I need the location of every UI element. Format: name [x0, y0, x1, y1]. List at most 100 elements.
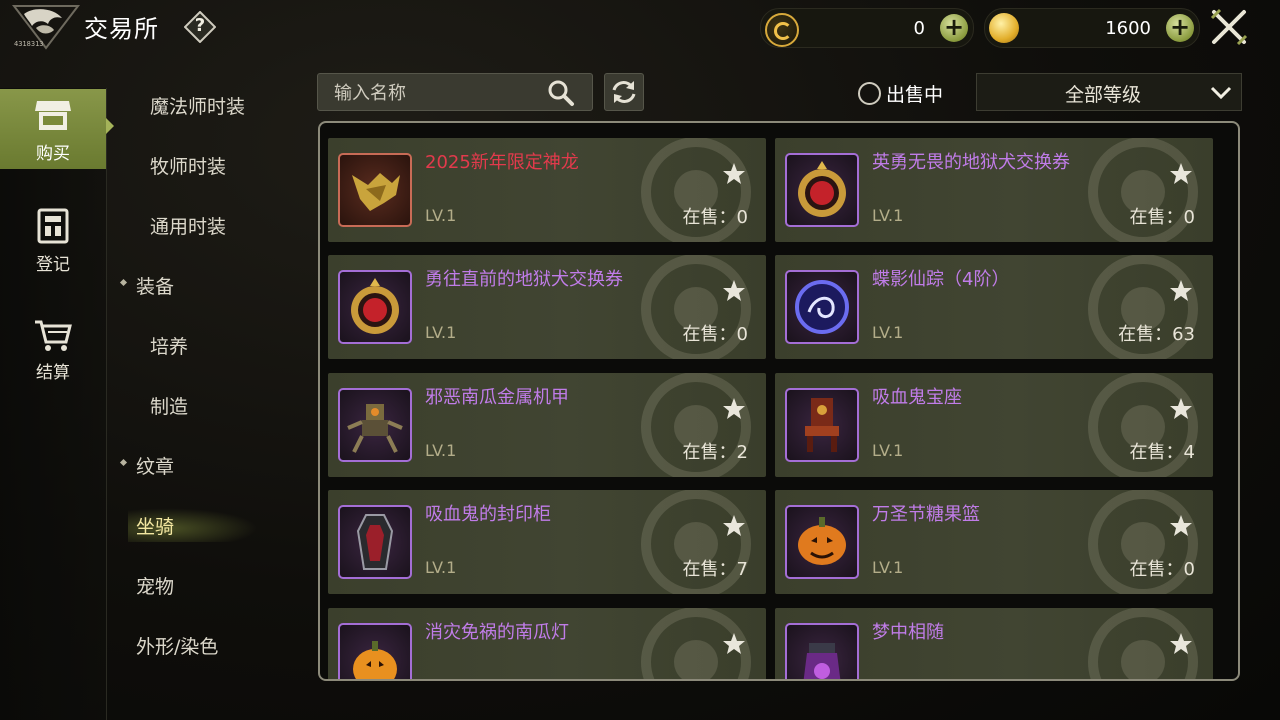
item-card[interactable]: 邪恶南瓜金属机甲 LV.1 在售：2	[328, 373, 766, 477]
crossed-swords-close-icon	[1210, 8, 1248, 46]
page-title: 交易所	[84, 15, 159, 43]
vampire-coffin-icon	[338, 505, 412, 579]
currency-gold: 1600 +	[984, 8, 1200, 48]
gold-coin-icon	[989, 13, 1019, 43]
item-card[interactable]: 英勇无畏的地狱犬交换券 LV.1 在售：0	[775, 138, 1213, 242]
favorite-star-icon[interactable]	[722, 162, 746, 186]
top-bar: 4318313 交易所 ? 0 + 1600 +	[0, 0, 1280, 56]
currency-c-coin-value: 0	[913, 18, 925, 39]
help-button[interactable]: ?	[183, 10, 217, 44]
item-card[interactable]: 吸血鬼的封印柜 LV.1 在售：7	[328, 490, 766, 594]
item-card[interactable]: 勇往直前的地狱犬交换券 LV.1 在售：0	[328, 255, 766, 359]
favorite-star-icon[interactable]	[722, 632, 746, 656]
favorite-star-icon[interactable]	[1169, 632, 1193, 656]
close-button[interactable]	[1208, 6, 1250, 48]
item-level: LV.1	[425, 206, 457, 225]
sleep-potion-icon	[785, 623, 859, 679]
item-on-sale-count: 在售：0	[682, 324, 748, 345]
category-item[interactable]: 魔法师时装	[108, 84, 308, 124]
item-on-sale-count: 在售：0	[1129, 207, 1195, 228]
category-group[interactable]: 纹章	[108, 444, 308, 484]
item-level: LV.1	[872, 441, 904, 460]
item-on-sale-count: 在售：4	[1129, 442, 1195, 463]
add-c-coin-button[interactable]: +	[940, 14, 968, 42]
item-on-sale-count: 在售：0	[1129, 559, 1195, 580]
nav-buy-label: 购买	[36, 144, 70, 164]
category-item[interactable]: 培养	[108, 324, 308, 364]
help-label: ?	[194, 15, 206, 36]
item-card[interactable]: 万圣节糖果篮 LV.1 在售：0	[775, 490, 1213, 594]
nav-buy[interactable]: 购买	[0, 89, 106, 169]
item-card[interactable]: 消灾免祸的南瓜灯	[328, 608, 766, 679]
on-sale-label: 出售中	[886, 84, 944, 106]
blue-orb-icon	[785, 270, 859, 344]
category-label: 宠物	[136, 576, 175, 598]
radio-icon[interactable]	[858, 82, 881, 105]
category-label: 外形/染色	[136, 636, 219, 658]
bullet-icon	[119, 278, 128, 287]
register-icon	[33, 206, 73, 246]
favorite-star-icon[interactable]	[722, 279, 746, 303]
category-label: 装备	[136, 276, 175, 298]
category-group[interactable]: 装备	[108, 264, 308, 304]
item-card[interactable]: 吸血鬼宝座 LV.1 在售：4	[775, 373, 1213, 477]
item-level: LV.1	[425, 323, 457, 342]
category-item[interactable]: 通用时装	[108, 204, 308, 244]
category-group[interactable]: 外形/染色	[108, 624, 308, 664]
refresh-icon	[612, 81, 636, 103]
category-item[interactable]: 制造	[108, 384, 308, 424]
category-item[interactable]: 牧师时装	[108, 144, 308, 184]
currency-c-coin: 0 +	[760, 8, 974, 48]
item-card[interactable]: 梦中相随	[775, 608, 1213, 679]
favorite-star-icon[interactable]	[722, 397, 746, 421]
item-on-sale-count: 在售：0	[682, 207, 748, 228]
player-id: 4318313	[14, 40, 44, 48]
search-input[interactable]	[332, 79, 546, 107]
golden-dragon-icon	[338, 153, 412, 227]
item-card[interactable]: 2025新年限定神龙 LV.1 在售：0	[328, 138, 766, 242]
category-label: 培养	[150, 336, 189, 358]
item-on-sale-count: 在售：63	[1118, 324, 1195, 345]
item-level: LV.1	[872, 206, 904, 225]
favorite-star-icon[interactable]	[1169, 279, 1193, 303]
bullet-icon	[119, 458, 128, 467]
item-on-sale-count: 在售：2	[682, 442, 748, 463]
chevron-down-icon	[1210, 86, 1232, 100]
search-icon[interactable]	[546, 78, 576, 108]
favorite-star-icon[interactable]	[722, 514, 746, 538]
category-label: 纹章	[136, 456, 175, 478]
item-grid-panel: 2025新年限定神龙 LV.1 在售：0 英勇无畏的地狱犬交换券 LV.1 在售…	[318, 121, 1240, 681]
favorite-star-icon[interactable]	[1169, 514, 1193, 538]
nav-register[interactable]: 登记	[0, 200, 106, 280]
refresh-button[interactable]	[604, 73, 644, 111]
hellhound-ticket-icon	[785, 153, 859, 227]
pumpkin-mech-icon	[338, 388, 412, 462]
nav-settle[interactable]: 结算	[0, 308, 106, 388]
pumpkin-basket-icon	[785, 505, 859, 579]
item-card[interactable]: 蝶影仙踪（4阶） LV.1 在售：63	[775, 255, 1213, 359]
item-name: 勇往直前的地狱犬交换券	[425, 269, 623, 290]
category-list: 魔法师时装 牧师时装 通用时装 装备 培养 制造 纹章 坐骑 宠物 外形/染色	[108, 76, 308, 716]
item-name: 吸血鬼宝座	[872, 387, 962, 408]
category-group[interactable]: 宠物	[108, 564, 308, 604]
pumpkin-lantern-icon	[338, 623, 412, 679]
category-group-active[interactable]: 坐骑	[108, 504, 308, 544]
favorite-star-icon[interactable]	[1169, 397, 1193, 421]
item-name: 英勇无畏的地狱犬交换券	[872, 152, 1070, 173]
category-label: 牧师时装	[150, 156, 227, 178]
nav-register-label: 登记	[36, 255, 70, 275]
item-level: LV.1	[872, 558, 904, 577]
item-name: 万圣节糖果篮	[872, 504, 980, 525]
item-level: LV.1	[425, 441, 457, 460]
item-name: 吸血鬼的封印柜	[425, 504, 551, 525]
favorite-star-icon[interactable]	[1169, 162, 1193, 186]
c-coin-icon	[765, 13, 799, 47]
add-gold-button[interactable]: +	[1166, 14, 1194, 42]
left-nav: 购买 登记 结算	[0, 88, 107, 720]
item-on-sale-count: 在售：7	[682, 559, 748, 580]
level-filter-value: 全部等级	[1064, 84, 1141, 106]
item-name: 2025新年限定神龙	[425, 152, 579, 173]
level-filter-select[interactable]: 全部等级	[976, 73, 1242, 111]
item-name: 梦中相随	[872, 622, 944, 643]
category-label: 坐骑	[136, 516, 175, 538]
